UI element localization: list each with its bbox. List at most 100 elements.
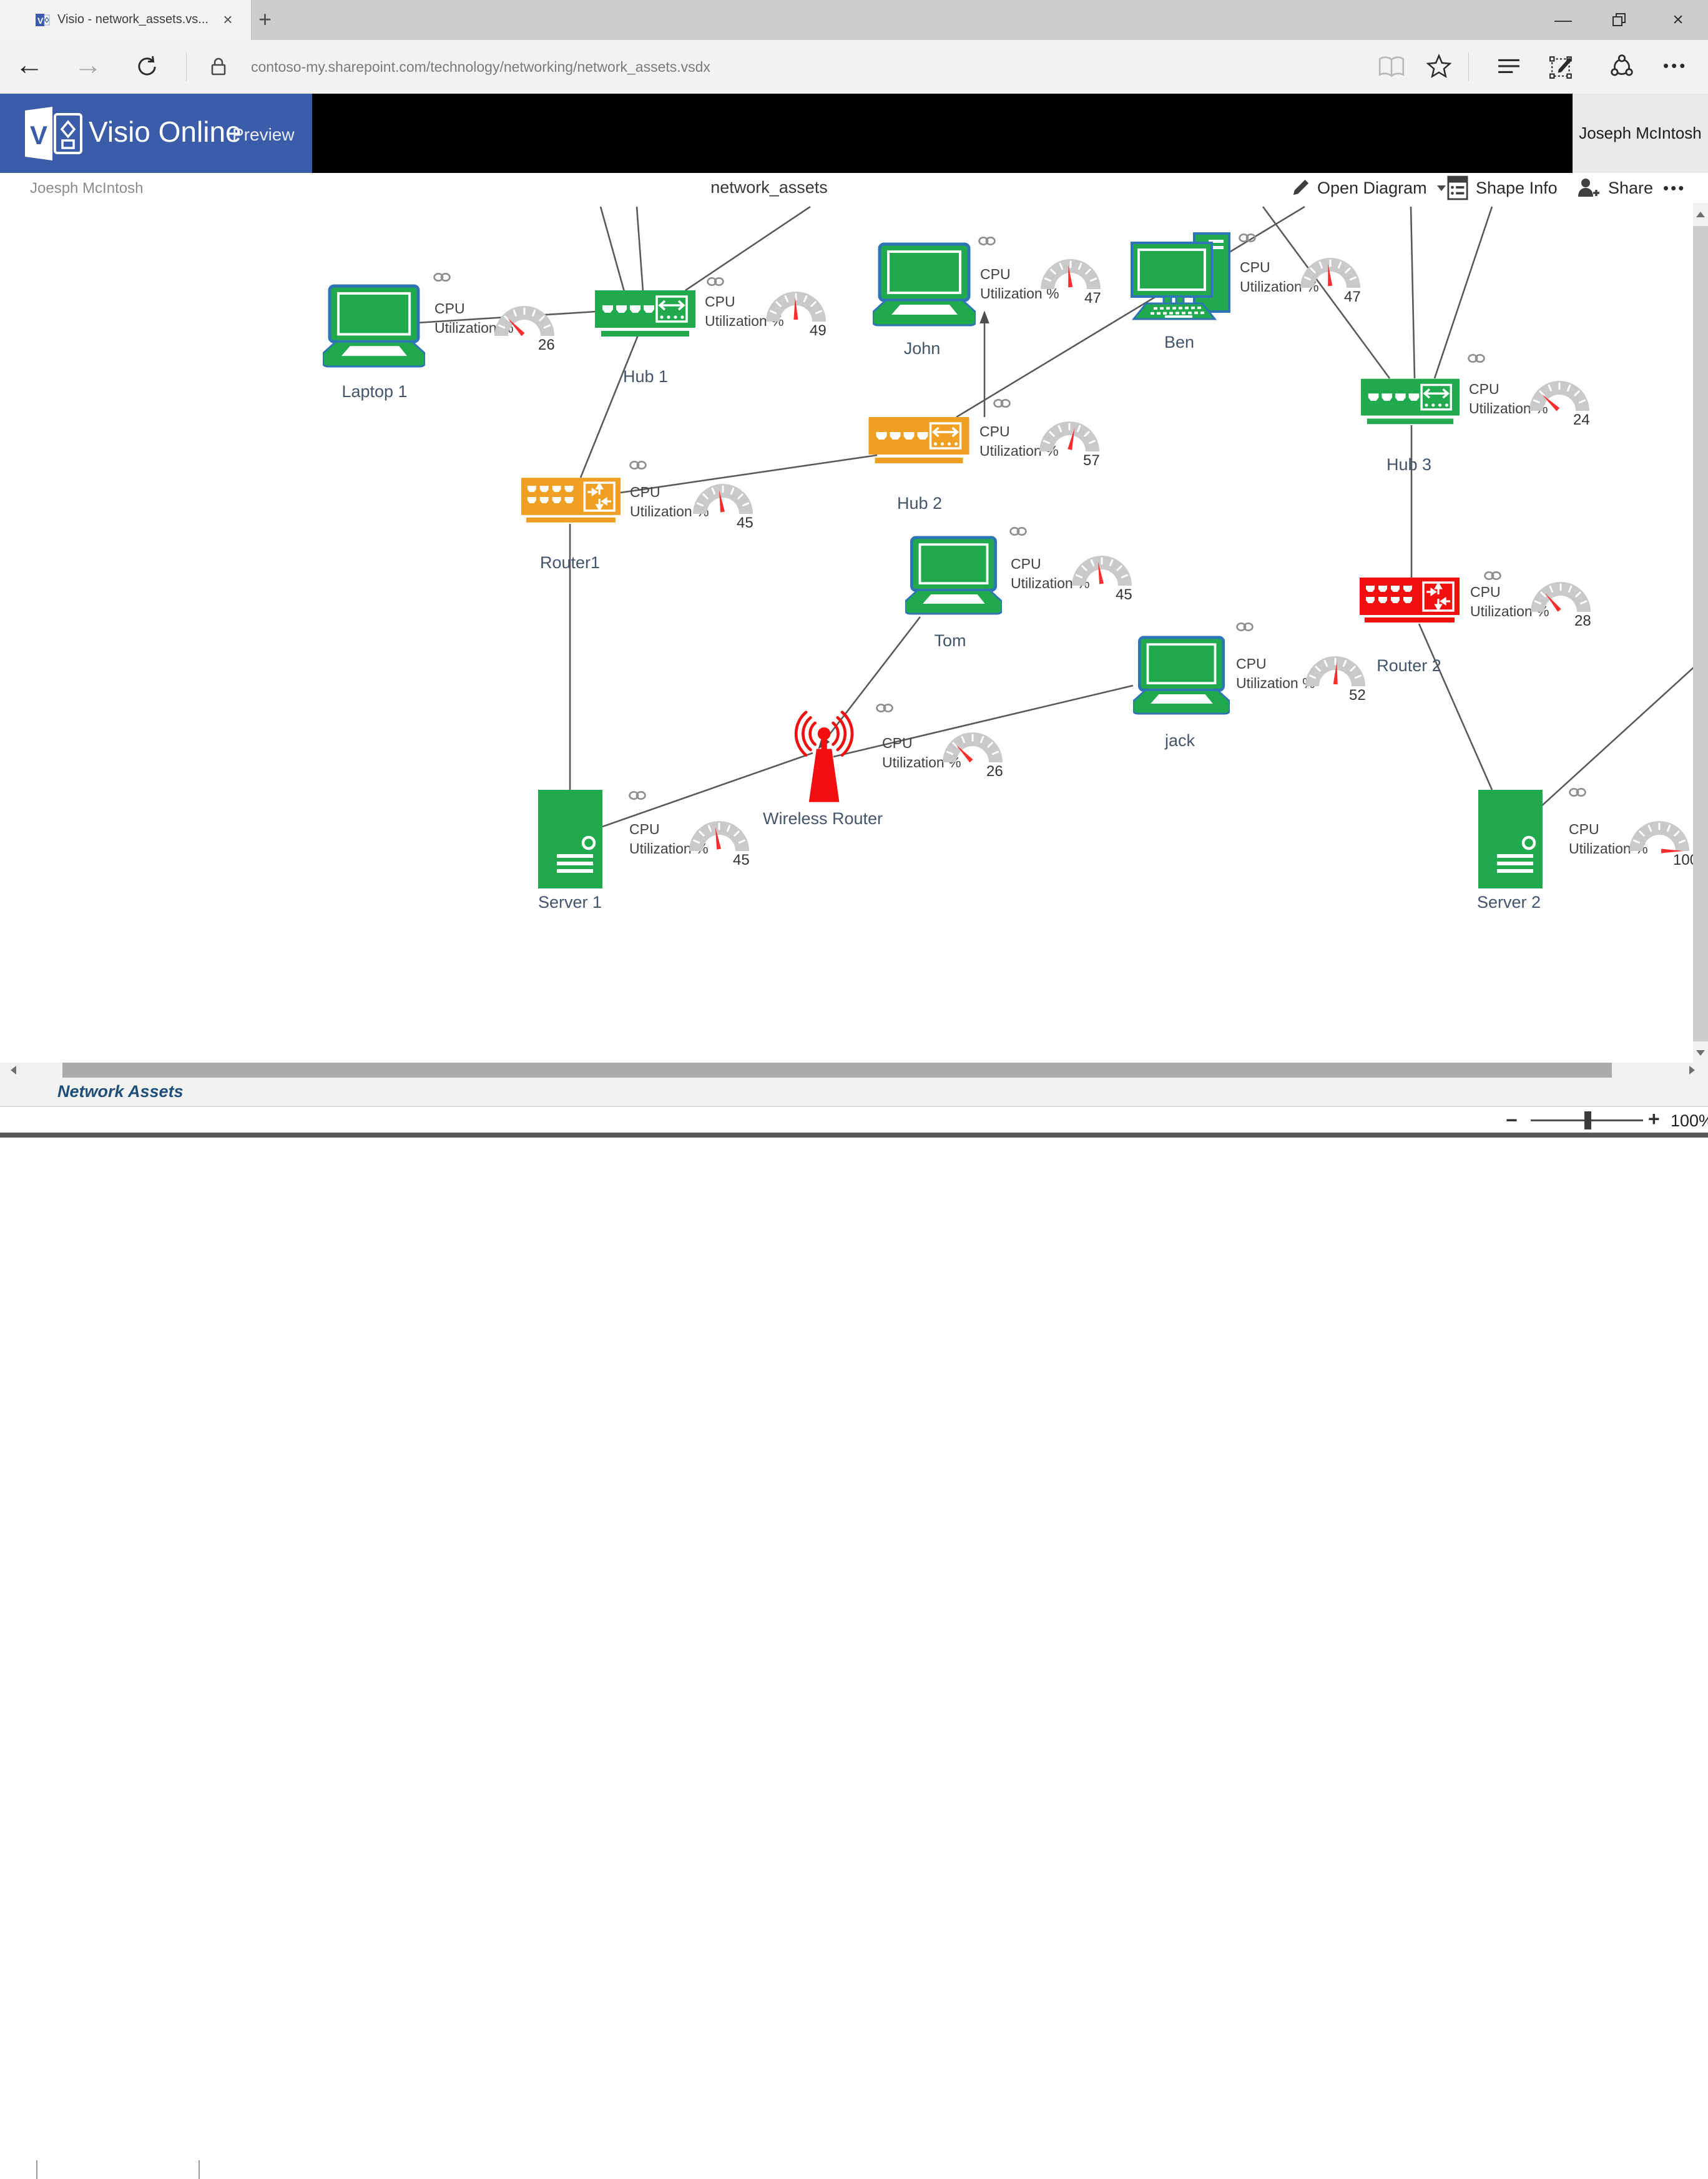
node-label-server-2: Server 2 bbox=[1428, 893, 1590, 912]
hyperlink-icon[interactable] bbox=[1484, 571, 1501, 584]
document-toolbar: Joesph McIntosh network_assets Open Diag… bbox=[0, 173, 1708, 204]
zoom-level: 100% bbox=[1671, 1111, 1708, 1131]
hyperlink-icon[interactable] bbox=[629, 460, 647, 473]
chevron-down-icon bbox=[1437, 185, 1446, 191]
toolbar-more-icon[interactable]: ••• bbox=[1663, 179, 1686, 198]
open-diagram-button[interactable]: Open Diagram bbox=[1291, 173, 1446, 203]
signed-in-user[interactable]: Joseph McIntosh bbox=[1573, 94, 1708, 173]
hyperlink-icon[interactable] bbox=[433, 272, 451, 285]
zoom-bar bbox=[0, 1106, 1708, 1133]
cpu-gauge-value: 49 bbox=[810, 322, 853, 340]
browser-address-bar: ← → contoso-my.sharepoint.com/technology… bbox=[0, 40, 1708, 94]
browser-tab[interactable]: V Visio - network_assets.vs... × bbox=[0, 0, 252, 40]
divider bbox=[186, 52, 187, 81]
cpu-gauge-value: 47 bbox=[1084, 290, 1128, 307]
author-name: Joesph McIntosh bbox=[30, 180, 143, 197]
page-tab-network-assets[interactable]: Network Assets bbox=[57, 1082, 184, 1101]
cpu-utilization-label: CPUUtilization % bbox=[1236, 654, 1315, 693]
zoom-slider-thumb[interactable] bbox=[1584, 1111, 1591, 1129]
zoom-out-button[interactable]: − bbox=[1506, 1109, 1518, 1132]
settings-more-icon[interactable]: ••• bbox=[1663, 56, 1687, 76]
cpu-gauge-value: 47 bbox=[1344, 288, 1388, 306]
visio-logo-icon: V bbox=[16, 105, 86, 162]
node-hub-2[interactable] bbox=[868, 417, 970, 466]
horizontal-scrollbar-thumb[interactable] bbox=[62, 1063, 1612, 1078]
hyperlink-icon[interactable] bbox=[978, 236, 996, 249]
app-title-suffix: Preview bbox=[232, 125, 295, 145]
window-close-button[interactable]: × bbox=[1658, 0, 1698, 40]
scroll-down-icon[interactable] bbox=[1696, 1050, 1705, 1060]
browser-tab-bar: V Visio - network_assets.vs... × + — × bbox=[0, 0, 1708, 40]
node-hub-3[interactable] bbox=[1361, 378, 1460, 428]
diagram-canvas[interactable]: Laptop 1CPUUtilization % 26 Hub 1CPUUtil… bbox=[0, 203, 1693, 1063]
tab-close-icon[interactable]: × bbox=[217, 10, 238, 29]
share-button[interactable]: Share bbox=[1576, 173, 1653, 203]
node-ben[interactable] bbox=[1130, 232, 1230, 323]
node-label-hub-3: Hub 3 bbox=[1328, 455, 1490, 475]
hyperlink-icon[interactable] bbox=[1236, 622, 1254, 635]
tab-title: Visio - network_assets.vs... bbox=[57, 12, 209, 27]
scroll-left-icon[interactable] bbox=[6, 1066, 16, 1075]
hyperlink-icon[interactable] bbox=[1569, 787, 1586, 800]
node-jack[interactable] bbox=[1133, 634, 1230, 720]
cpu-gauge-value: 57 bbox=[1083, 452, 1127, 470]
pencil-icon bbox=[1291, 179, 1310, 197]
node-label-laptop-1: Laptop 1 bbox=[293, 382, 456, 401]
visio-favicon-icon: V bbox=[35, 12, 50, 31]
hyperlink-icon[interactable] bbox=[1468, 353, 1485, 366]
lock-icon bbox=[210, 56, 227, 81]
node-john[interactable] bbox=[873, 242, 976, 330]
scroll-up-icon[interactable] bbox=[1696, 207, 1705, 217]
cpu-gauge-value: 26 bbox=[986, 763, 1030, 780]
hyperlink-icon[interactable] bbox=[629, 790, 646, 804]
divider bbox=[1468, 52, 1469, 81]
zoom-in-button[interactable]: + bbox=[1648, 1108, 1660, 1131]
window-bottom-edge bbox=[0, 1133, 1708, 1138]
refresh-icon[interactable] bbox=[135, 55, 159, 82]
share-icon[interactable] bbox=[1609, 54, 1634, 82]
new-tab-button[interactable]: + bbox=[258, 6, 272, 32]
scroll-right-icon[interactable] bbox=[1689, 1066, 1699, 1075]
cpu-gauge-value: 24 bbox=[1573, 411, 1617, 429]
divider bbox=[199, 2160, 200, 2179]
window-minimize-button[interactable]: — bbox=[1543, 0, 1583, 40]
node-label-john: John bbox=[841, 339, 1003, 358]
cpu-gauge-value: 45 bbox=[1116, 586, 1159, 604]
window-restore-icon[interactable] bbox=[1599, 0, 1639, 40]
node-server-1[interactable] bbox=[538, 790, 602, 892]
node-laptop-1[interactable] bbox=[323, 284, 425, 371]
node-server-2[interactable] bbox=[1478, 790, 1543, 892]
forward-icon: → bbox=[74, 47, 102, 81]
hyperlink-icon[interactable] bbox=[1009, 526, 1027, 539]
hyperlink-icon[interactable] bbox=[707, 277, 724, 290]
app-title: Visio Online bbox=[89, 115, 242, 149]
node-hub-1[interactable] bbox=[595, 290, 695, 340]
node-router-2[interactable] bbox=[1360, 578, 1460, 627]
web-note-icon[interactable] bbox=[1549, 54, 1574, 82]
hub-icon[interactable] bbox=[1497, 57, 1521, 79]
visio-logo[interactable]: V Visio Online Preview bbox=[0, 94, 312, 173]
hyperlink-icon[interactable] bbox=[993, 398, 1011, 411]
node-wireless-router[interactable] bbox=[788, 704, 861, 805]
hyperlink-icon[interactable] bbox=[1239, 233, 1256, 246]
node-label-hub-2: Hub 2 bbox=[838, 494, 1001, 513]
node-label-server-1: Server 1 bbox=[489, 893, 651, 912]
hyperlink-icon[interactable] bbox=[876, 703, 893, 716]
back-icon[interactable]: ← bbox=[15, 47, 44, 81]
node-router-1[interactable] bbox=[521, 478, 621, 527]
shape-info-button[interactable]: Shape Info bbox=[1447, 173, 1558, 203]
node-label-jack: jack bbox=[1099, 731, 1261, 750]
node-label-tom: Tom bbox=[869, 631, 1031, 651]
cpu-gauge-value: 45 bbox=[733, 852, 777, 869]
node-tom[interactable] bbox=[905, 534, 1002, 620]
add-person-icon bbox=[1576, 175, 1601, 200]
favorites-star-icon[interactable] bbox=[1426, 54, 1452, 83]
url-text[interactable]: contoso-my.sharepoint.com/technology/net… bbox=[251, 59, 710, 76]
cpu-gauge-value: 28 bbox=[1574, 612, 1618, 630]
divider bbox=[36, 2160, 37, 2179]
shape-info-icon bbox=[1447, 175, 1468, 200]
reading-view-icon bbox=[1377, 55, 1406, 82]
node-label-hub-1: Hub 1 bbox=[564, 367, 727, 386]
node-label-ben: Ben bbox=[1098, 333, 1260, 352]
vertical-scrollbar-thumb[interactable] bbox=[1693, 226, 1708, 1041]
